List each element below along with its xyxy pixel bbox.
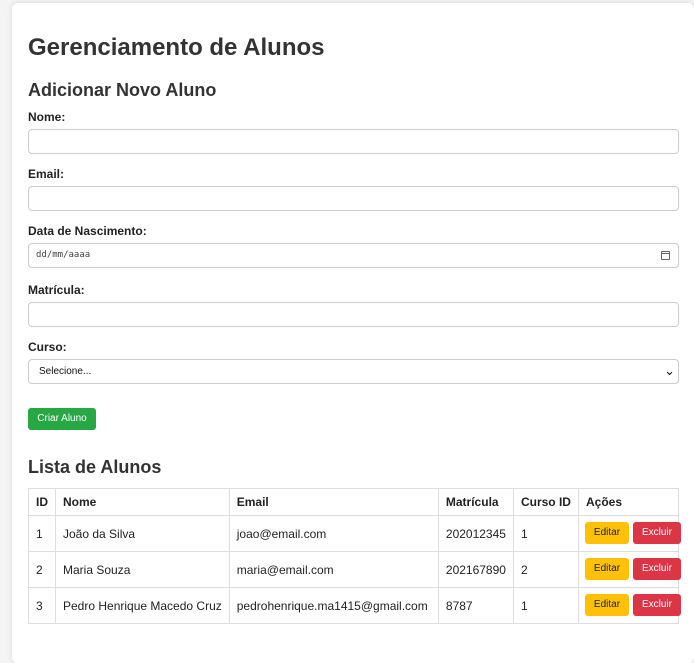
curso-selected-value: Selecione...	[39, 366, 92, 377]
cell-id: 2	[28, 551, 56, 588]
header-acoes: Ações	[577, 488, 680, 516]
delete-button[interactable]: Excluir	[632, 558, 681, 580]
nome-input[interactable]	[28, 129, 679, 154]
edit-button[interactable]: Editar	[584, 522, 629, 544]
cell-nome: João da Silva	[55, 515, 230, 552]
cell-nome: Pedro Henrique Macedo Cruz	[55, 587, 230, 624]
students-table: ID Nome Email Matrícula Curso ID Ações 1…	[28, 488, 681, 624]
cell-email: pedrohenrique.ma1415@gmail.com	[228, 587, 439, 624]
list-title: Lista de Alunos	[28, 457, 162, 477]
birthdate-input[interactable]: dd/mm/aaaa	[28, 243, 679, 268]
cell-matricula: 202167890	[437, 551, 514, 588]
header-matricula: Matrícula	[437, 488, 514, 516]
calendar-icon[interactable]	[661, 251, 670, 260]
cell-curso-id: 1	[512, 515, 579, 552]
cell-curso-id: 1	[512, 587, 579, 624]
table-header-row: ID Nome Email Matrícula Curso ID Ações	[28, 488, 680, 516]
birthdate-placeholder: dd/mm/aaaa	[36, 250, 91, 260]
page-title: Gerenciamento de Alunos	[28, 34, 325, 61]
header-curso-id: Curso ID	[512, 488, 579, 516]
chevron-down-icon: ⌄	[664, 363, 675, 378]
cell-actions: Editar Excluir	[577, 551, 681, 588]
cell-nome: Maria Souza	[55, 551, 230, 588]
header-id: ID	[28, 488, 56, 516]
cell-matricula: 202012345	[437, 515, 514, 552]
delete-button[interactable]: Excluir	[632, 594, 681, 616]
matricula-label: Matrícula:	[28, 283, 85, 297]
cell-actions: Editar Excluir	[577, 587, 681, 624]
table-row: 1 João da Silva joao@email.com 202012345…	[28, 515, 681, 552]
edit-button[interactable]: Editar	[584, 594, 629, 616]
header-email: Email	[228, 488, 439, 516]
table-row: 2 Maria Souza maria@email.com 202167890 …	[28, 551, 681, 588]
email-input[interactable]	[28, 186, 679, 211]
create-student-button[interactable]: Criar Aluno	[28, 408, 96, 430]
header-nome: Nome	[55, 488, 230, 516]
cell-id: 3	[28, 587, 56, 624]
email-label: Email:	[28, 167, 65, 181]
matricula-input[interactable]	[28, 302, 679, 327]
cell-email: joao@email.com	[228, 515, 439, 552]
main-card: Gerenciamento de Alunos Adicionar Novo A…	[12, 3, 694, 663]
edit-button[interactable]: Editar	[584, 558, 629, 580]
cell-actions: Editar Excluir	[577, 515, 681, 552]
cell-id: 1	[28, 515, 56, 552]
form-title: Adicionar Novo Aluno	[28, 80, 217, 100]
curso-label: Curso:	[28, 340, 67, 354]
nome-label: Nome:	[28, 110, 66, 124]
nascimento-label: Data de Nascimento:	[28, 224, 147, 238]
table-row: 3 Pedro Henrique Macedo Cruz pedrohenriq…	[28, 587, 681, 624]
curso-select[interactable]: Selecione... ⌄	[28, 359, 679, 384]
cell-email: maria@email.com	[228, 551, 439, 588]
cell-curso-id: 2	[512, 551, 579, 588]
cell-matricula: 8787	[437, 587, 514, 624]
delete-button[interactable]: Excluir	[632, 522, 681, 544]
